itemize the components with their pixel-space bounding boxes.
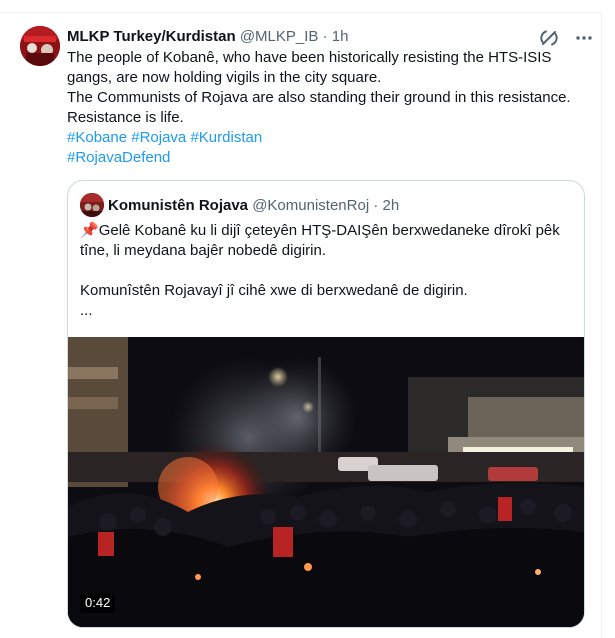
post-text-line: The Communists of Rojava are also standi… <box>67 89 571 106</box>
post-text-line: The people of Kobanê, who have been hist… <box>67 49 552 86</box>
quoted-text-line: Komunîstên Rojavayî jî cihê xwe di berxw… <box>80 282 468 299</box>
quoted-time-separator: · <box>373 197 379 214</box>
hashtag-rojavadefend[interactable]: #RojavaDefend <box>67 149 170 166</box>
post-time[interactable]: 1h <box>332 28 349 45</box>
hashtag-kobane[interactable]: #Kobane <box>67 129 127 146</box>
quoted-header: Komunistên Rojava @KomunistenRoj · 2h <box>108 196 399 216</box>
time-separator: · <box>322 28 328 45</box>
author-handle[interactable]: @MLKP_IB <box>240 28 319 45</box>
post-header: MLKP Turkey/Kurdistan @MLKP_IB · 1h <box>67 27 348 47</box>
quoted-avatar[interactable] <box>80 193 104 217</box>
grok-icon[interactable] <box>538 27 560 49</box>
more-options-icon[interactable] <box>574 28 594 48</box>
quoted-text-line: Gelê Kobanê ku li dijî çeteyên HTŞ-DAIŞê… <box>80 222 560 259</box>
author-name[interactable]: MLKP Turkey/Kurdistan <box>67 28 236 45</box>
video-frame <box>68 337 584 627</box>
quoted-author-name[interactable]: Komunistên Rojava <box>108 197 248 214</box>
quoted-author-handle[interactable]: @KomunistenRoj <box>252 197 369 214</box>
video-duration: 0:42 <box>80 593 116 613</box>
avatar[interactable] <box>20 26 60 66</box>
quoted-ellipsis: ... <box>80 302 93 319</box>
hashtag-kurdistan[interactable]: #Kurdistan <box>190 129 262 146</box>
quoted-time[interactable]: 2h <box>383 197 400 214</box>
pin-icon: 📌 <box>80 222 99 239</box>
post-text: The people of Kobanê, who have been hist… <box>67 48 592 168</box>
quoted-text: 📌Gelê Kobanê ku li dijî çeteyên HTŞ-DAIŞ… <box>80 221 574 321</box>
hashtag-rojava[interactable]: #Rojava <box>131 129 186 146</box>
quoted-post[interactable]: Komunistên Rojava @KomunistenRoj · 2h 📌G… <box>67 180 585 628</box>
video-player[interactable]: 0:42 <box>68 337 584 627</box>
post-text-line: Resistance is life. <box>67 109 184 126</box>
